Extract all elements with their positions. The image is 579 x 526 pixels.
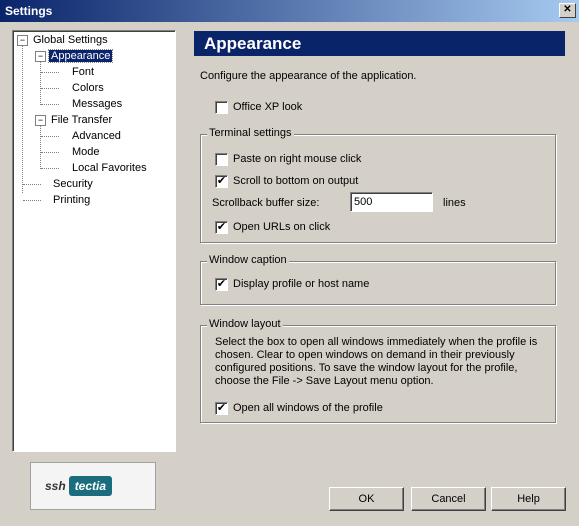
tree-item-file-transfer[interactable]: File Transfer [49,113,114,127]
tree-connector [40,61,41,105]
help-button[interactable]: Help [491,487,566,511]
tree-item-printing[interactable]: Printing [51,193,92,207]
open-urls-label: Open URLs on click [233,221,331,233]
tree-item-advanced[interactable]: Advanced [70,129,123,143]
tree-item-local-favorites[interactable]: Local Favorites [70,161,149,175]
tree-connector [23,200,41,201]
window-caption-title: Window caption [207,254,289,266]
tree-connector [40,125,41,169]
tree-connector [41,88,59,89]
panel-title: Appearance [204,34,302,53]
tree-connector [23,184,41,185]
office-xp-look-label: Office XP look [233,101,303,113]
tree-connector [41,136,59,137]
terminal-settings-title: Terminal settings [207,127,294,139]
tree-item-colors[interactable]: Colors [70,81,106,95]
settings-tree[interactable]: − Global Settings − Appearance Font Colo… [12,30,176,452]
tree-connector [41,152,59,153]
tree-connector [22,45,23,193]
open-urls-checkbox[interactable]: ✔ [215,221,228,234]
title-bar: Settings ✕ [0,0,579,22]
scrollback-buffer-label: Scrollback buffer size: [212,197,320,209]
tree-item-mode[interactable]: Mode [70,145,102,159]
office-xp-look-checkbox[interactable] [215,101,228,114]
tree-item-messages[interactable]: Messages [70,97,124,111]
tree-connector [41,104,59,105]
scrollback-buffer-input[interactable]: 500 [350,192,433,212]
panel-description: Configure the appearance of the applicat… [200,70,417,82]
close-button[interactable]: ✕ [559,3,576,18]
display-profile-checkbox[interactable]: ✔ [215,278,228,291]
display-profile-label: Display profile or host name [233,278,370,290]
scroll-to-bottom-checkbox[interactable]: ✔ [215,175,228,188]
tree-item-global-settings[interactable]: Global Settings [31,33,110,47]
tree-connector [41,72,59,73]
tree-connector [41,168,59,169]
tree-collapse-icon[interactable]: − [35,51,46,62]
tree-item-appearance[interactable]: Appearance [47,49,114,63]
tree-collapse-icon[interactable]: − [17,35,28,46]
window-layout-title: Window layout [207,318,283,330]
tree-collapse-icon[interactable]: − [35,115,46,126]
window-layout-description: Select the box to open all windows immed… [215,336,538,387]
paste-right-click-label: Paste on right mouse click [233,153,362,165]
ok-button[interactable]: OK [329,487,404,511]
open-all-windows-checkbox[interactable]: ✔ [215,402,228,415]
cancel-button[interactable]: Cancel [411,487,486,511]
tree-item-font[interactable]: Font [70,65,96,79]
panel-header: Appearance [194,31,565,56]
logo-ssh-text: ssh [45,479,66,493]
open-all-windows-label: Open all windows of the profile [233,402,383,414]
logo-tectia-text: tectia [68,476,113,496]
ssh-tectia-logo: ssh tectia [30,462,156,510]
scrollback-unit-label: lines [443,197,466,209]
paste-right-click-checkbox[interactable] [215,153,228,166]
tree-item-security[interactable]: Security [51,177,95,191]
window-title: Settings [5,4,53,18]
scroll-to-bottom-label: Scroll to bottom on output [233,175,359,187]
